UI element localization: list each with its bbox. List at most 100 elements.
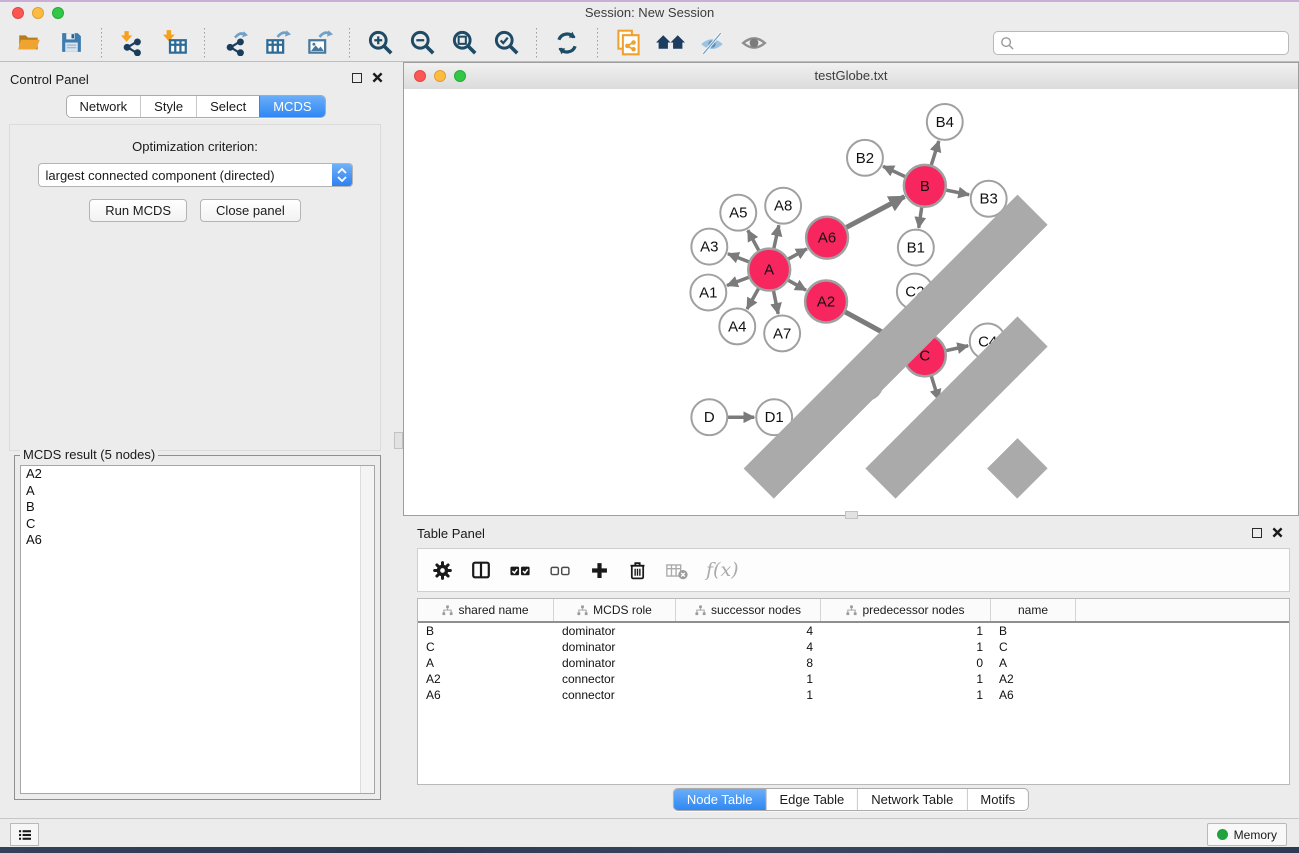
network-zoom-button[interactable] — [454, 70, 466, 82]
result-item[interactable]: B — [21, 499, 374, 516]
float-panel-icon[interactable] — [352, 73, 362, 83]
table-splitter-handle[interactable] — [845, 511, 858, 519]
zoom-window-button[interactable] — [52, 7, 64, 19]
delete-table-icon — [665, 560, 689, 581]
table-cell[interactable]: C — [418, 640, 554, 654]
table-cell[interactable]: 4 — [676, 624, 821, 638]
tab-edge-table[interactable]: Edge Table — [765, 789, 857, 810]
run-mcds-button[interactable]: Run MCDS — [89, 199, 187, 222]
mcds-result-box: MCDS result (5 nodes) A2ABCA6 — [14, 455, 381, 800]
optimization-criterion-dropdown[interactable]: largest connected component (directed) — [38, 163, 353, 187]
table-cell[interactable]: 1 — [676, 672, 821, 686]
column-header-shared-name[interactable]: shared name — [418, 599, 554, 621]
tab-mcds[interactable]: MCDS — [259, 96, 324, 117]
table-settings-gear-icon[interactable] — [432, 560, 453, 581]
control-panel-tabs: NetworkStyleSelectMCDS — [65, 95, 325, 118]
close-panel-button[interactable]: Close panel — [200, 199, 301, 222]
table-cell[interactable]: dominator — [554, 624, 676, 638]
table-row[interactable]: A6connector11A6 — [418, 687, 1289, 703]
table-cell[interactable]: A2 — [991, 672, 1076, 686]
task-history-button[interactable] — [10, 823, 39, 846]
search-field[interactable] — [993, 31, 1289, 55]
zoom-in-icon[interactable] — [364, 27, 396, 59]
table-cell[interactable]: connector — [554, 688, 676, 702]
table-cell[interactable]: connector — [554, 672, 676, 686]
table-row[interactable]: Bdominator41B — [418, 623, 1289, 639]
table-cell[interactable]: B — [991, 624, 1076, 638]
select-all-checkboxes-icon[interactable] — [509, 559, 532, 582]
tab-node-table[interactable]: Node Table — [674, 789, 766, 810]
table-cell[interactable]: A6 — [418, 688, 554, 702]
close-window-button[interactable] — [12, 7, 24, 19]
column-header-successor-nodes[interactable]: successor nodes — [676, 599, 821, 621]
table-cell[interactable]: dominator — [554, 656, 676, 670]
hide-selected-icon[interactable] — [696, 27, 728, 59]
add-column-icon[interactable] — [589, 560, 610, 581]
tab-style[interactable]: Style — [140, 96, 196, 117]
function-builder-icon: f(x) — [706, 559, 739, 581]
export-network-icon[interactable] — [219, 27, 251, 59]
resize-grip-icon[interactable] — [403, 88, 1297, 514]
network-minimize-button[interactable] — [434, 70, 446, 82]
network-close-button[interactable] — [414, 70, 426, 82]
show-all-icon[interactable] — [738, 27, 770, 59]
table-cell[interactable]: 0 — [821, 656, 991, 670]
open-session-icon[interactable] — [13, 27, 45, 59]
table-cell[interactable]: 1 — [821, 624, 991, 638]
result-item[interactable]: A6 — [21, 532, 374, 549]
close-panel-icon[interactable] — [372, 72, 383, 83]
toolbar-separator — [597, 28, 598, 58]
network-file-icon[interactable] — [612, 27, 644, 59]
column-layout-icon[interactable] — [470, 559, 492, 581]
table-cell[interactable]: C — [991, 640, 1076, 654]
column-header-MCDS-role[interactable]: MCDS role — [554, 599, 676, 621]
panel-splitter-handle[interactable] — [394, 432, 403, 449]
tab-network-table[interactable]: Network Table — [857, 789, 966, 810]
table-cell[interactable]: A6 — [991, 688, 1076, 702]
tab-network[interactable]: Network — [66, 96, 140, 117]
table-cell[interactable]: dominator — [554, 640, 676, 654]
result-item[interactable]: A — [21, 483, 374, 500]
tab-motifs[interactable]: Motifs — [966, 789, 1028, 810]
result-scrollbar[interactable] — [360, 466, 374, 793]
table-cell[interactable]: 1 — [821, 640, 991, 654]
result-item[interactable]: C — [21, 516, 374, 533]
home-icon[interactable] — [654, 27, 686, 59]
table-cell[interactable]: 1 — [821, 672, 991, 686]
float-table-panel-icon[interactable] — [1252, 528, 1262, 538]
network-canvas[interactable]: AA1A2A3A4A5A6A7A8BB1B2B3B4CC1C2C3C4DD1 — [404, 89, 1298, 515]
table-cell[interactable]: 1 — [821, 688, 991, 702]
search-input[interactable] — [1019, 35, 1282, 52]
column-header-name[interactable]: name — [991, 599, 1076, 621]
table-cell[interactable]: 1 — [676, 688, 821, 702]
node-table[interactable]: shared nameMCDS rolesuccessor nodesprede… — [417, 598, 1290, 785]
export-image-icon[interactable] — [303, 27, 335, 59]
close-table-panel-icon[interactable] — [1272, 527, 1283, 538]
table-row[interactable]: A2connector11A2 — [418, 671, 1289, 687]
export-table-icon[interactable] — [261, 27, 293, 59]
table-cell[interactable]: A — [418, 656, 554, 670]
network-view-window: testGlobe.txt AA1A2A3A4A5A6A7A8BB1B2B3B4… — [403, 62, 1299, 516]
table-cell[interactable]: A2 — [418, 672, 554, 686]
column-header-predecessor-nodes[interactable]: predecessor nodes — [821, 599, 991, 621]
table-cell[interactable]: 8 — [676, 656, 821, 670]
result-item[interactable]: A2 — [21, 466, 374, 483]
mcds-result-list[interactable]: A2ABCA6 — [20, 465, 375, 794]
tab-select[interactable]: Select — [196, 96, 259, 117]
table-row[interactable]: Adominator80A — [418, 655, 1289, 671]
deselect-all-checkboxes-icon[interactable] — [549, 559, 572, 582]
zoom-out-icon[interactable] — [406, 27, 438, 59]
table-cell[interactable]: 4 — [676, 640, 821, 654]
import-table-icon[interactable] — [158, 27, 190, 59]
table-cell[interactable]: A — [991, 656, 1076, 670]
save-session-icon[interactable] — [55, 27, 87, 59]
minimize-window-button[interactable] — [32, 7, 44, 19]
import-network-icon[interactable] — [116, 27, 148, 59]
table-cell[interactable]: B — [418, 624, 554, 638]
zoom-fit-icon[interactable] — [448, 27, 480, 59]
memory-button[interactable]: Memory — [1207, 823, 1287, 846]
zoom-selected-icon[interactable] — [490, 27, 522, 59]
table-row[interactable]: Cdominator41C — [418, 639, 1289, 655]
refresh-icon[interactable] — [551, 27, 583, 59]
delete-column-trash-icon[interactable] — [627, 560, 648, 581]
